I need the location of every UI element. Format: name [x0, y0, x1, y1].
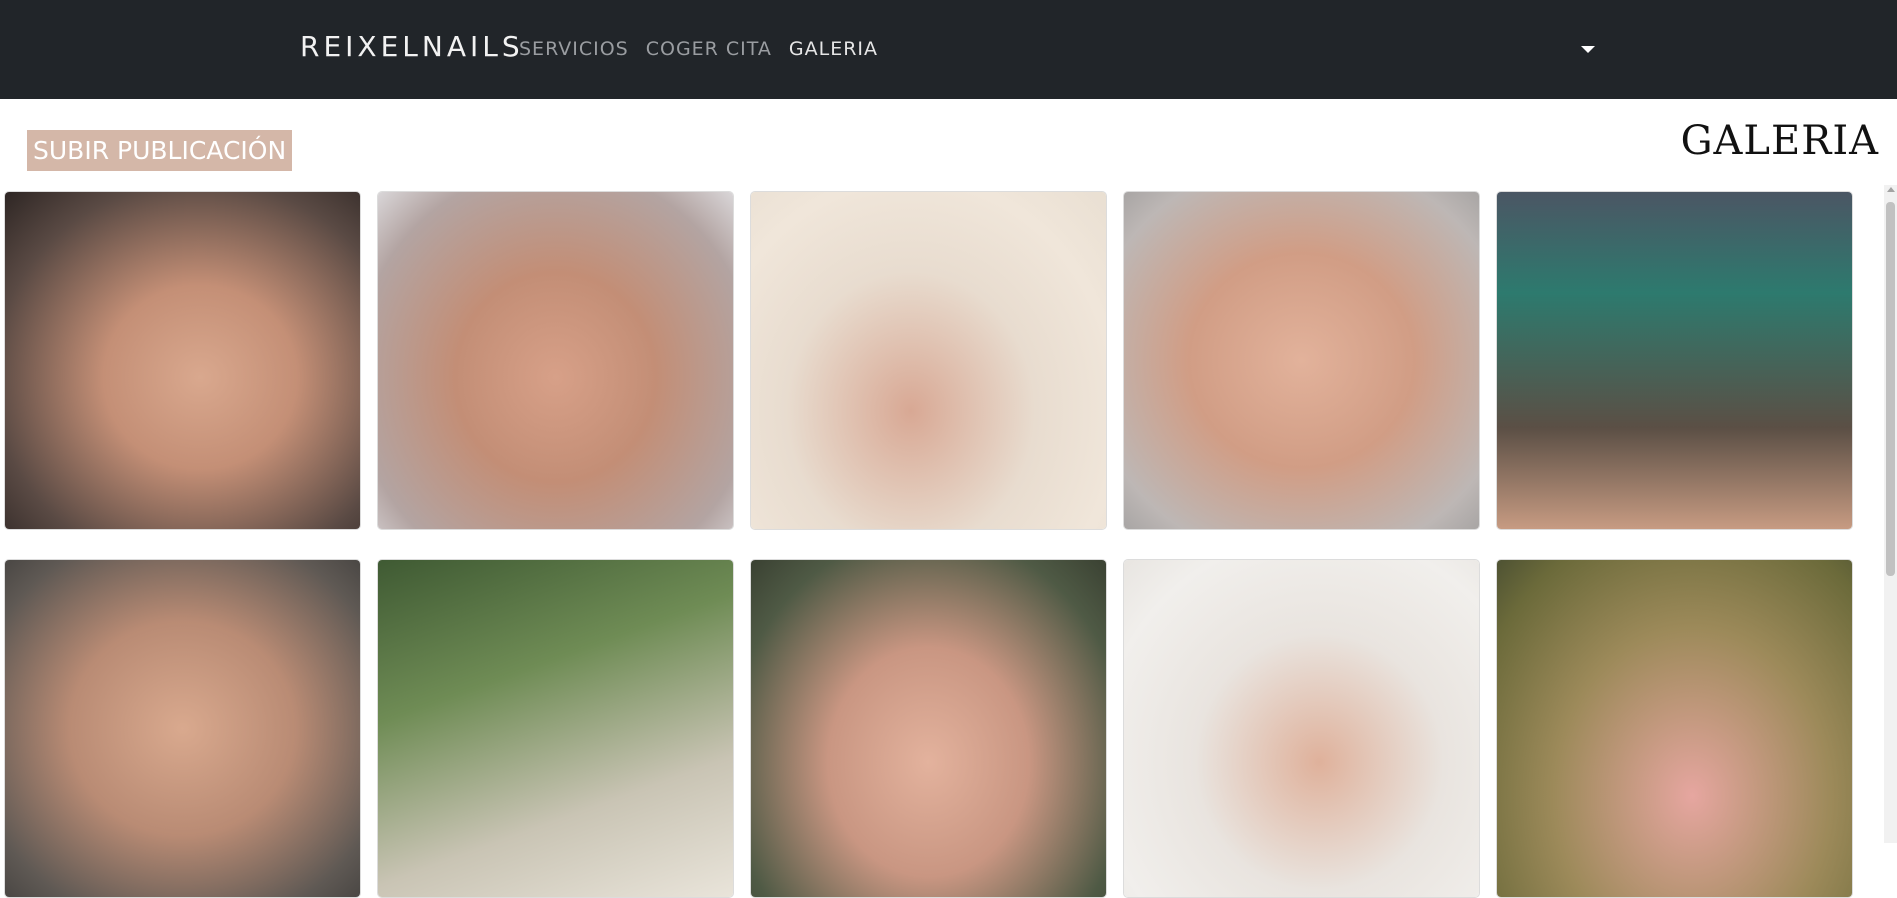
nav-link-coger-cita[interactable]: COGER CITA [646, 38, 772, 60]
gallery-photo-4[interactable] [1123, 191, 1480, 530]
gallery-grid [4, 191, 1854, 898]
nav-links: SERVICIOS COGER CITA GALERIA [519, 38, 878, 60]
nav-link-servicios[interactable]: SERVICIOS [519, 38, 629, 60]
top-navbar: REIXELNAILS SERVICIOS COGER CITA GALERIA [0, 0, 1897, 99]
gallery-photo-5[interactable] [1496, 191, 1853, 530]
gallery-photo-6[interactable] [4, 559, 361, 898]
gallery-photo-8[interactable] [750, 559, 1107, 898]
scroll-thumb[interactable] [1886, 202, 1895, 576]
subir-publicacion-button[interactable]: SUBIR PUBLICACIÓN [27, 130, 293, 171]
gallery-photo-1[interactable] [4, 191, 361, 530]
nav-link-galeria[interactable]: GALERIA [789, 38, 878, 60]
gallery-photo-10[interactable] [1496, 559, 1853, 898]
gallery-photo-3[interactable] [750, 191, 1107, 530]
page-title: GALERIA [1680, 118, 1879, 164]
gallery-photo-9[interactable] [1123, 559, 1480, 898]
page-scrollbar[interactable] [1884, 185, 1897, 843]
brand-logo-link[interactable]: REIXELNAILS [300, 30, 524, 63]
scroll-up-arrow-icon[interactable] [1887, 187, 1895, 192]
gallery-photo-2[interactable] [377, 191, 734, 530]
gallery-photo-7[interactable] [377, 559, 734, 898]
caret-down-icon[interactable] [1581, 46, 1595, 53]
